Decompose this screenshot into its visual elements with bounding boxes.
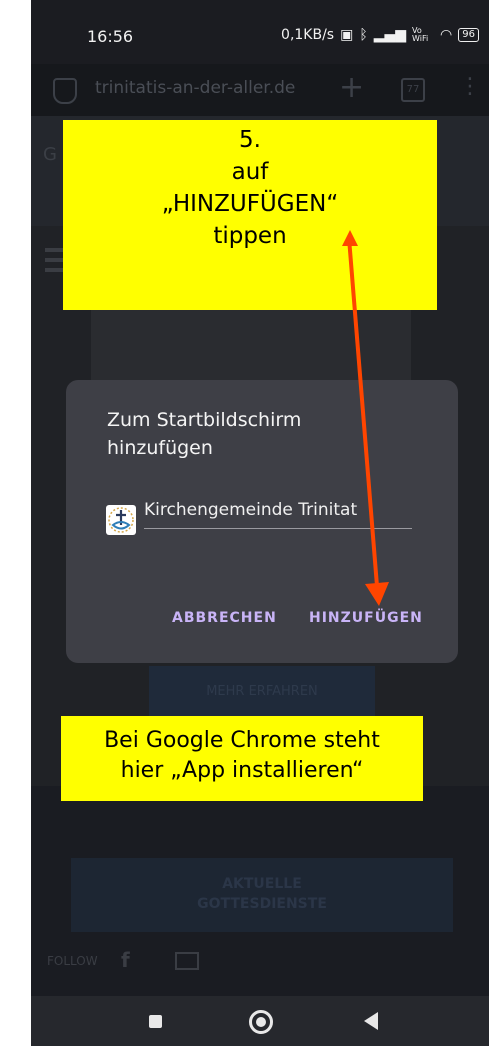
bluetooth-icon: ᛒ bbox=[359, 27, 368, 43]
web-header-initial: G bbox=[43, 144, 57, 165]
mail-icon bbox=[175, 952, 199, 970]
nfc-icon: ▣ bbox=[340, 27, 354, 43]
app-name-input[interactable]: Kirchengemeinde Trinitat bbox=[144, 500, 412, 529]
services-button: AKTUELLE GOTTESDIENSTE bbox=[71, 858, 453, 932]
cancel-button[interactable]: ABBRECHEN bbox=[172, 610, 277, 626]
signal-icon: ▂▄▆ bbox=[373, 27, 407, 43]
app-icon bbox=[106, 505, 136, 535]
tabs-count: 77 bbox=[401, 78, 425, 102]
status-bar: 16:56 0,1KB/s ▣ ᛒ ▂▄▆ Vo WiFi ◠ 96 bbox=[31, 0, 489, 64]
add-to-homescreen-dialog: Zum Startbildschirm hinzufügen Kirchenge… bbox=[66, 380, 458, 663]
note-line-1: Bei Google Chrome steht bbox=[104, 728, 380, 753]
phone-screen: 16:56 0,1KB/s ▣ ᛒ ▂▄▆ Vo WiFi ◠ 96 trini… bbox=[31, 0, 489, 1046]
browser-url-bar: trinitatis-an-der-aller.de + 77 ⋮ bbox=[31, 64, 489, 116]
network-speed: 0,1KB/s bbox=[281, 27, 335, 43]
shield-icon bbox=[53, 78, 77, 104]
menu-dots-icon: ⋮ bbox=[459, 74, 481, 99]
home-button[interactable] bbox=[249, 1010, 273, 1034]
callout-line-3: „HINZUFÜGEN“ bbox=[161, 191, 339, 217]
status-time: 16:56 bbox=[87, 27, 134, 46]
callout-line-4: tippen bbox=[213, 223, 287, 249]
instruction-callout: 5. auf „HINZUFÜGEN“ tippen bbox=[63, 120, 437, 310]
url-text: trinitatis-an-der-aller.de bbox=[95, 78, 296, 98]
note-line-2: hier „App installieren“ bbox=[120, 758, 364, 783]
services-button-line1: AKTUELLE bbox=[222, 876, 302, 892]
more-info-button: MEHR ERFAHREN bbox=[149, 666, 375, 718]
callout-line-2: auf bbox=[231, 159, 269, 185]
chrome-note-callout: Bei Google Chrome steht hier „App instal… bbox=[61, 716, 423, 801]
callout-step-number: 5. bbox=[239, 127, 261, 153]
wifi-icon: ◠ bbox=[440, 27, 453, 43]
add-button[interactable]: HINZUFÜGEN bbox=[309, 610, 423, 626]
dialog-title: Zum Startbildschirm hinzufügen bbox=[107, 409, 302, 459]
recents-button[interactable] bbox=[149, 1015, 162, 1028]
battery-icon: 96 bbox=[458, 28, 479, 42]
facebook-icon: f bbox=[121, 948, 130, 972]
new-tab-icon: + bbox=[339, 70, 365, 105]
services-button-line2: GOTTESDIENSTE bbox=[197, 896, 327, 912]
follow-label: FOLLOW bbox=[47, 954, 98, 968]
back-button[interactable] bbox=[364, 1012, 378, 1030]
status-icons: 0,1KB/s ▣ ᛒ ▂▄▆ Vo WiFi ◠ 96 bbox=[281, 27, 479, 43]
vowifi-label: Vo WiFi bbox=[412, 26, 429, 43]
system-nav-bar bbox=[31, 996, 489, 1046]
